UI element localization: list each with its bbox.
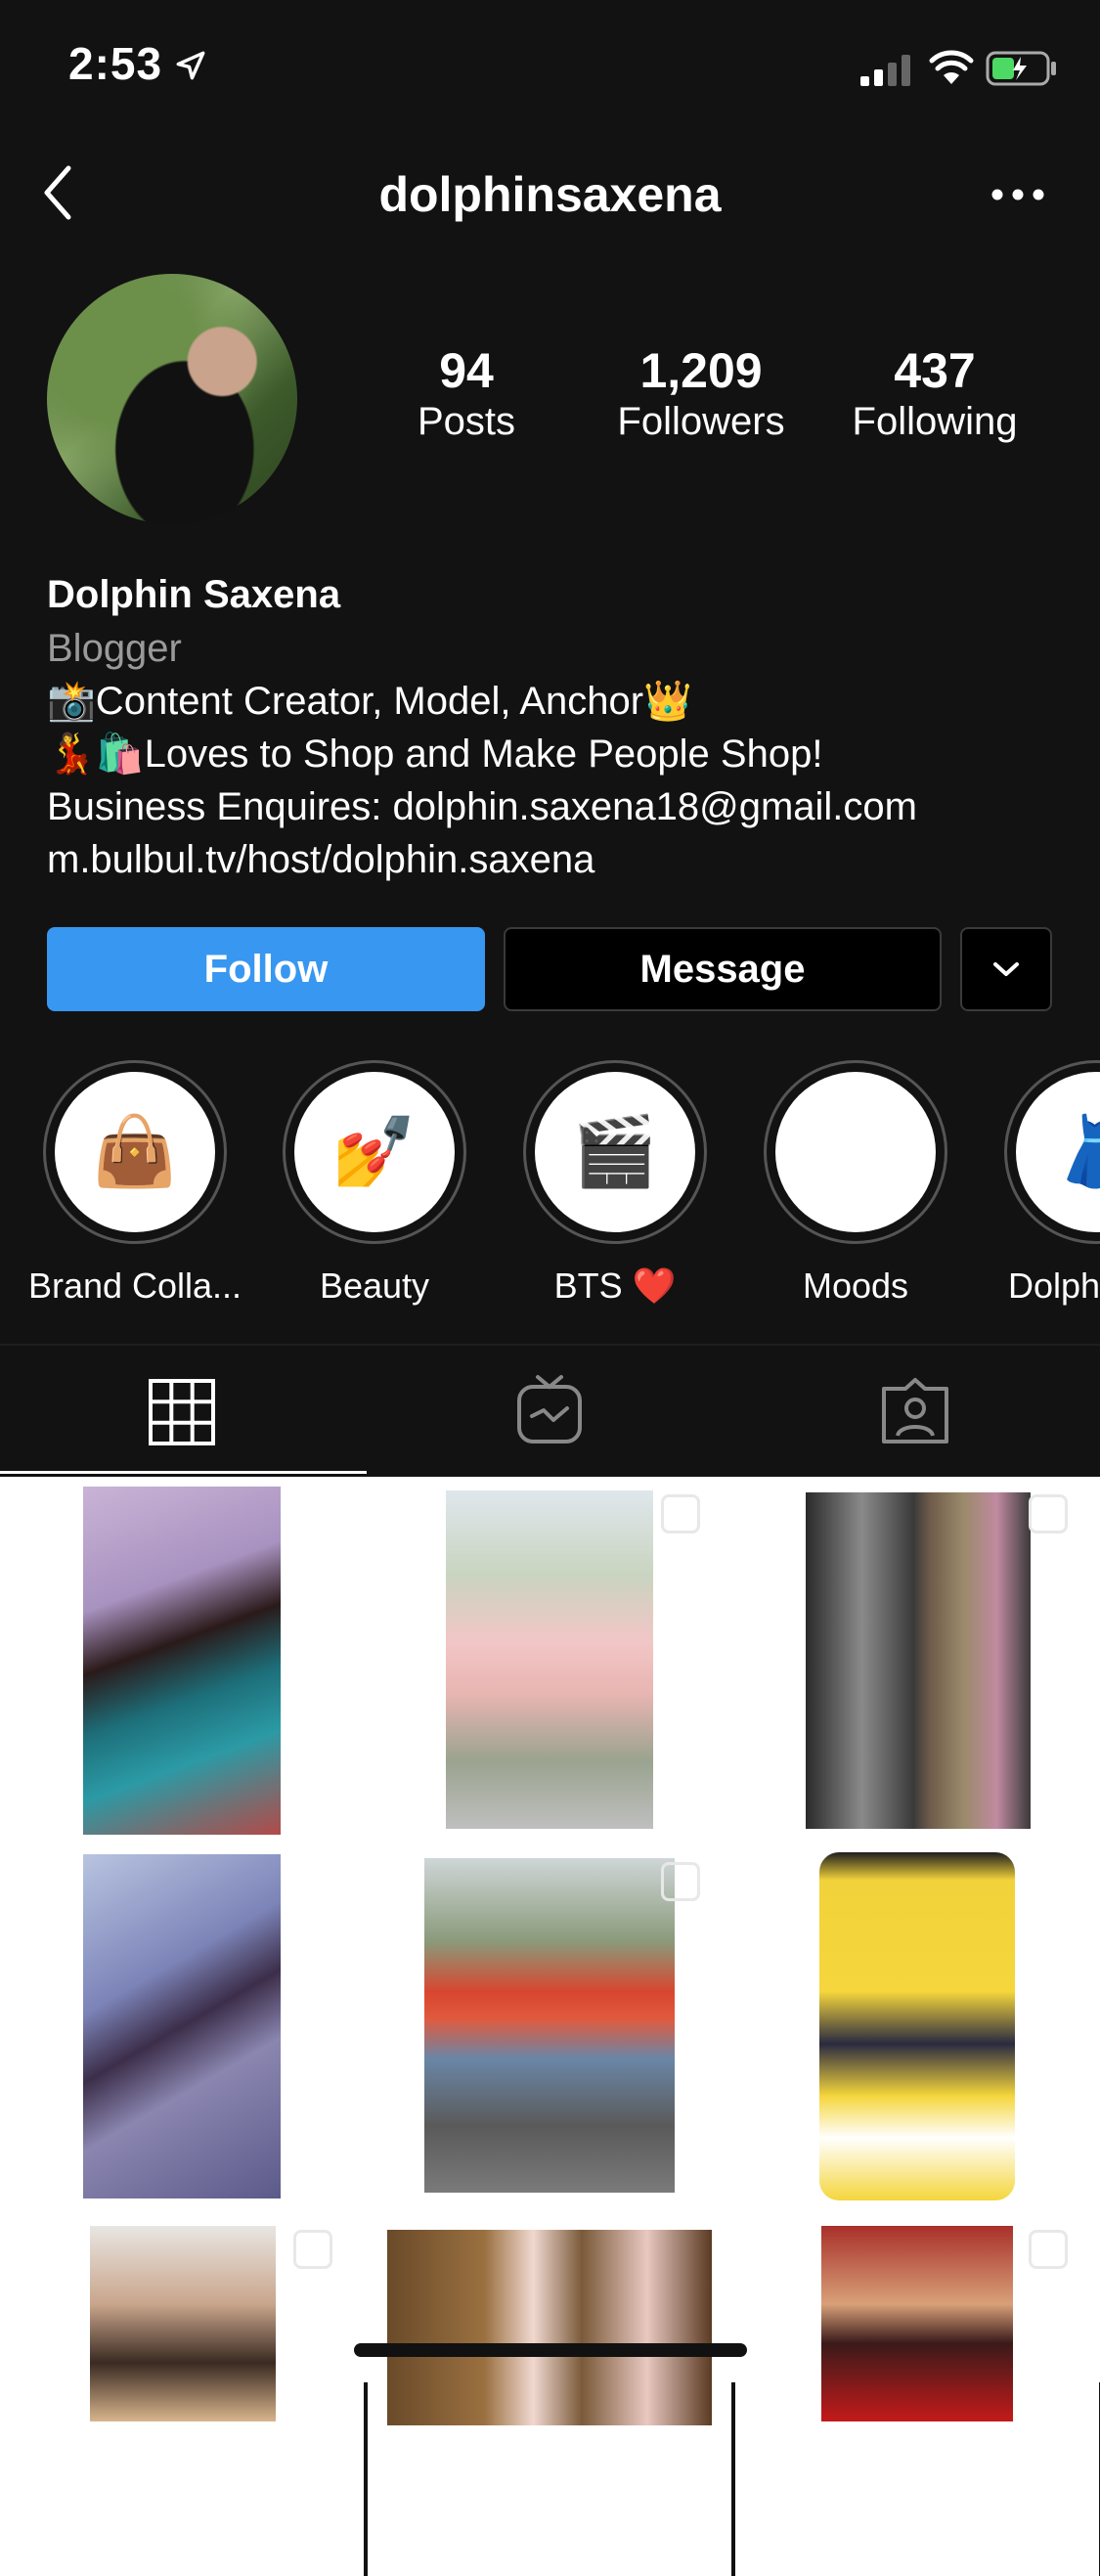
post-image [83,1487,281,1835]
stat-followers-value: 1,209 [639,343,763,398]
stat-posts-value: 94 [439,343,494,398]
grid-post[interactable] [735,2212,1099,2576]
highlight-label: BTS ❤️ [553,1266,677,1306]
tabs-divider [0,1344,1100,1346]
stat-posts[interactable]: 94 Posts [403,344,530,445]
highlight-ring: 💅 [283,1060,466,1244]
highlight-ring: 🎬 [523,1060,707,1244]
highlight-label: Moods [802,1266,909,1306]
highlight-ring: 😄 [764,1060,947,1244]
carousel-icon [1029,1494,1068,1533]
avatar[interactable] [47,274,297,524]
nail-polish-icon: 💅 [294,1072,455,1232]
follow-button[interactable]: Follow [47,927,485,1011]
profile-username: dolphinsaxena [378,167,722,222]
bio-link[interactable]: m.bulbul.tv/host/dolphin.saxena [47,833,594,886]
signal-icon [860,55,910,86]
tagged-icon[interactable] [880,1377,950,1445]
bio-name: Dolphin Saxena [47,573,341,616]
post-image [83,1854,281,2198]
grid-post[interactable] [735,1477,1099,1841]
handbag-icon: 👜 [55,1072,215,1232]
stat-posts-label: Posts [417,400,516,443]
post-image [387,2230,712,2425]
grid-post[interactable] [0,2212,364,2576]
home-indicator [354,2343,747,2357]
posts-grid [0,1477,1100,2576]
post-image [90,2226,276,2421]
dress-icon: 👗 [1016,1072,1100,1232]
bio-line-3[interactable]: Business Enquires: dolphin.saxena18@gmai… [47,780,917,833]
smile-icon: 😄 [775,1072,936,1232]
highlight-ring: 👜 [43,1060,227,1244]
wifi-icon [929,50,974,84]
highlight-beauty[interactable]: 💅 Beauty [281,1060,468,1307]
post-image [446,1490,653,1829]
stat-followers[interactable]: 1,209 Followers [598,344,804,445]
grid-post[interactable] [368,1844,731,2208]
highlight-moods[interactable]: 😄 Moods [762,1060,949,1307]
battery-icon [986,51,1056,86]
more-icon[interactable] [991,184,1044,205]
chevron-down-icon [993,962,1019,976]
grid-post[interactable] [368,1477,731,1841]
grid-post[interactable] [0,1477,364,1841]
post-image [424,1858,675,2193]
location-arrow-icon [176,51,205,80]
carousel-icon [661,1862,700,1901]
highlight-bts[interactable]: 🎬 BTS ❤️ [521,1060,709,1307]
stat-following[interactable]: 437 Following [837,344,1033,445]
carousel-icon [661,1494,700,1533]
post-image [806,1492,1031,1829]
bio-line-1: 📸Content Creator, Model, Anchor👑 [47,680,692,723]
carousel-icon [1029,2230,1068,2269]
suggested-dropdown-button[interactable] [960,927,1052,1011]
grid-icon[interactable] [149,1379,215,1445]
status-time: 2:53 [68,38,163,89]
stat-following-label: Following [852,400,1018,443]
carousel-icon [293,2230,332,2269]
grid-post[interactable] [0,1844,364,2208]
bio-category: Blogger [47,627,182,670]
stat-following-value: 437 [894,343,976,398]
active-tab-indicator [0,1471,367,1474]
message-button[interactable]: Message [504,927,942,1011]
grid-post[interactable] [368,2212,731,2576]
grid-post[interactable] [735,1844,1099,2208]
post-image [821,2226,1013,2421]
stat-followers-label: Followers [617,400,785,443]
igtv-icon[interactable] [516,1373,583,1445]
highlight-brand-collabs[interactable]: 👜 Brand Colla... [28,1060,242,1307]
highlight-ring: 👗 [1004,1060,1100,1244]
clapper-board-icon: 🎬 [535,1072,695,1232]
post-image [819,1852,1015,2200]
highlight-dolphin[interactable]: 👗 Dolphin [1002,1060,1100,1354]
highlight-label: Beauty [319,1266,430,1306]
bio-line-2: 💃🛍️Loves to Shop and Make People Shop! [47,733,823,776]
highlight-label: Dolphin [1008,1266,1100,1306]
highlight-label: Brand Colla... [27,1266,242,1306]
